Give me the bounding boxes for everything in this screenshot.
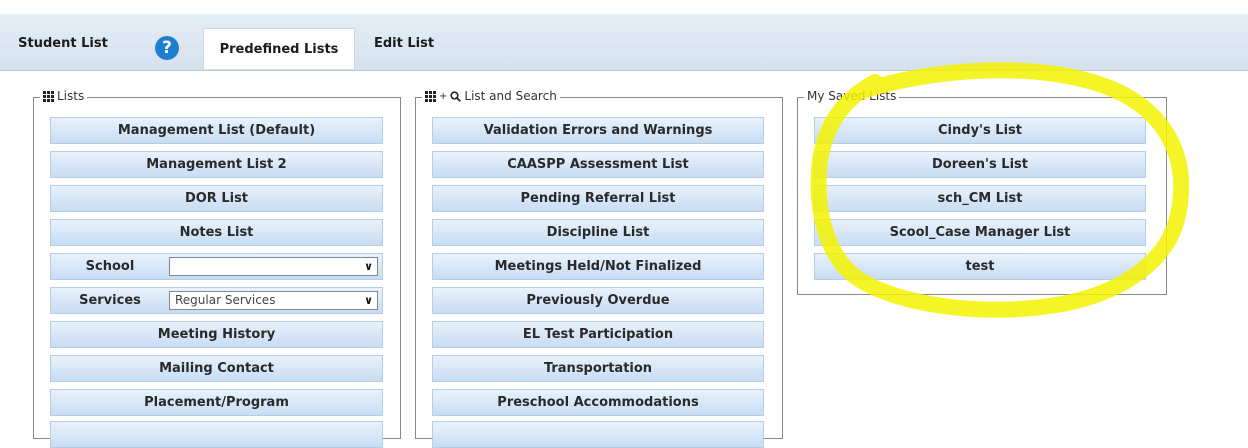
school-label: School	[85, 259, 135, 274]
saved-list-test[interactable]: test	[814, 253, 1146, 280]
previously-overdue-button[interactable]: Previously Overdue	[432, 287, 764, 314]
pending-referral-button[interactable]: Pending Referral List	[432, 185, 764, 212]
chevron-down-icon: ∨	[364, 260, 373, 273]
saved-list-doreens[interactable]: Doreen's List	[814, 151, 1146, 178]
tab-bar: Student List ? Predefined Lists Edit Lis…	[0, 14, 1248, 71]
transportation-button[interactable]: Transportation	[432, 355, 764, 382]
dor-list-button[interactable]: DOR List	[50, 185, 383, 212]
preschool-accommodations-button[interactable]: Preschool Accommodations	[432, 389, 764, 416]
lists-legend-label: Lists	[57, 89, 85, 103]
tab-predefined-lists[interactable]: Predefined Lists	[203, 28, 355, 69]
mailing-contact-button[interactable]: Mailing Contact	[50, 355, 383, 382]
caaspp-assessment-button[interactable]: CAASPP Assessment List	[432, 151, 764, 178]
discipline-list-button[interactable]: Discipline List	[432, 219, 764, 246]
services-label: Services	[79, 293, 141, 308]
lists-legend: Lists	[40, 89, 88, 103]
meetings-held-button[interactable]: Meetings Held/Not Finalized	[432, 253, 764, 280]
my-saved-lists-legend: My Saved Lists	[804, 89, 900, 103]
search-icon	[450, 90, 462, 102]
saved-list-sch-cm[interactable]: sch_CM List	[814, 185, 1146, 212]
saved-list-scool-case-manager[interactable]: Scool_Case Manager List	[814, 219, 1146, 246]
my-saved-lists-legend-label: My Saved Lists	[807, 89, 897, 103]
services-filter-row: Services Regular Services ∨	[50, 287, 383, 314]
school-filter-row: School ∨	[50, 253, 383, 280]
management-list-default-button[interactable]: Management List (Default)	[50, 117, 383, 144]
search-button-partial[interactable]	[432, 421, 764, 448]
top-strip	[0, 0, 1248, 14]
services-select[interactable]: Regular Services ∨	[169, 291, 378, 310]
saved-list-cindys[interactable]: Cindy's List	[814, 117, 1146, 144]
meeting-history-button[interactable]: Meeting History	[50, 321, 383, 348]
notes-list-button[interactable]: Notes List	[50, 219, 383, 246]
management-list-2-button[interactable]: Management List 2	[50, 151, 383, 178]
placement-program-button[interactable]: Placement/Program	[50, 389, 383, 416]
el-test-participation-button[interactable]: EL Test Participation	[432, 321, 764, 348]
list-and-search-legend: + List and Search	[422, 89, 560, 103]
tab-edit-list[interactable]: Edit List	[356, 22, 452, 64]
help-icon[interactable]: ?	[155, 36, 179, 60]
plus-icon: +	[439, 90, 448, 102]
validation-errors-button[interactable]: Validation Errors and Warnings	[432, 117, 764, 144]
grid-icon	[425, 90, 436, 102]
school-select[interactable]: ∨	[169, 257, 378, 276]
tab-student-list[interactable]: Student List	[8, 22, 118, 64]
list-and-search-legend-label: List and Search	[464, 89, 557, 103]
list-button-partial[interactable]	[50, 421, 383, 448]
chevron-down-icon: ∨	[364, 294, 373, 307]
grid-icon	[43, 90, 54, 102]
services-select-value: Regular Services	[175, 293, 276, 307]
